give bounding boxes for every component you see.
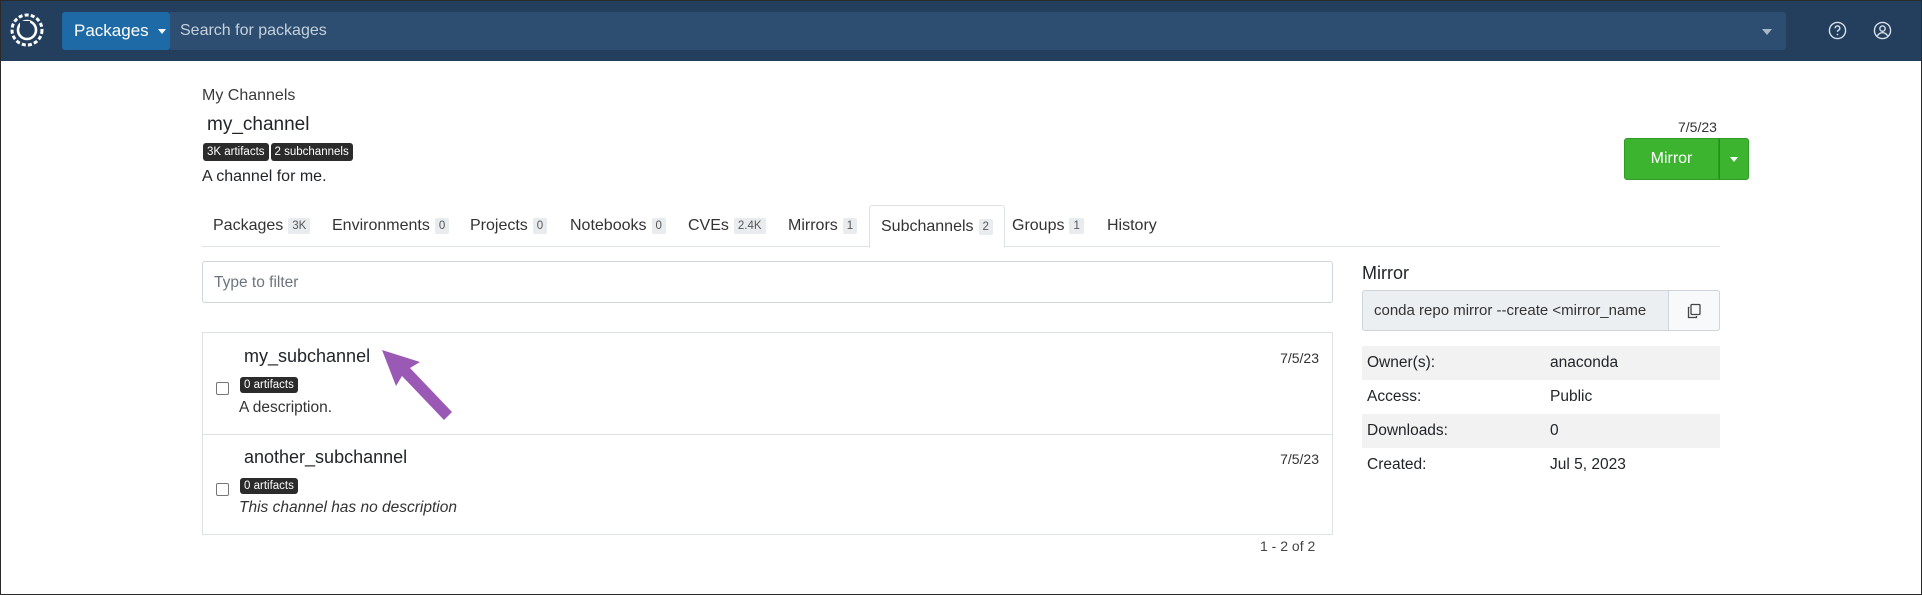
user-icon[interactable] (1873, 21, 1892, 40)
tab-groups[interactable]: Groups 1 (1001, 205, 1095, 247)
search-dropdown-icon[interactable] (1762, 29, 1772, 35)
tab-count: 1 (842, 218, 858, 234)
mirror-command-field[interactable]: conda repo mirror --create <mirror_name (1362, 290, 1720, 331)
filter-placeholder: Type to filter (214, 274, 299, 291)
tab-label: Notebooks (570, 217, 647, 234)
tab-subchannels[interactable]: Subchannels 2 (869, 205, 1005, 248)
mirror-dropdown-toggle[interactable] (1719, 138, 1749, 180)
annotation-arrow-icon (382, 350, 452, 420)
select-checkbox[interactable] (216, 483, 229, 496)
tab-environments[interactable]: Environments 0 (321, 205, 460, 247)
tab-label: Projects (470, 217, 528, 234)
subchannels-badge: 2 subchannels (270, 143, 353, 161)
copy-command-button[interactable] (1668, 290, 1720, 331)
metadata-key: Created: (1367, 456, 1427, 473)
metadata-value: Public (1550, 388, 1593, 405)
list-item[interactable]: another_subchannel 0 artifacts This chan… (203, 434, 1332, 535)
tab-label: CVEs (688, 217, 729, 234)
tab-label: Environments (332, 217, 430, 234)
help-icon[interactable] (1828, 21, 1847, 40)
metadata-row-owners: Owner(s): anaconda (1362, 346, 1720, 380)
metadata-row-downloads: Downloads: 0 (1362, 414, 1720, 448)
tab-count: 0 (434, 218, 450, 234)
subchannel-name[interactable]: my_subchannel (244, 346, 370, 367)
artifacts-badge: 0 artifacts (240, 478, 298, 494)
channel-tabs: Packages 3K Environments 0 Projects 0 Noteb… (202, 205, 1720, 248)
tab-projects[interactable]: Projects 0 (459, 205, 558, 247)
tab-count: 0 (532, 218, 548, 234)
metadata-key: Owner(s): (1367, 354, 1436, 371)
caret-down-icon (157, 28, 166, 34)
subchannel-date: 7/5/23 (1280, 350, 1319, 366)
tab-count: 2 (978, 218, 993, 235)
subchannel-description: This channel has no description (239, 499, 457, 516)
search-placeholder: Search for packages (180, 22, 327, 39)
subchannel-list: my_subchannel 0 artifacts A description.… (202, 332, 1333, 535)
artifacts-badge: 0 artifacts (240, 377, 298, 393)
tab-label: Packages (213, 217, 284, 234)
tab-label: Groups (1012, 217, 1065, 234)
channel-date: 7/5/23 (1678, 119, 1717, 135)
tab-count: 0 (651, 218, 666, 234)
pagination-summary: 1 - 2 of 2 (1260, 538, 1316, 554)
tab-count: 2.4K (733, 218, 766, 234)
metadata-value: Jul 5, 2023 (1550, 456, 1626, 473)
anaconda-logo-icon[interactable] (9, 12, 45, 48)
packages-dropdown-label: Packages (74, 21, 149, 40)
metadata-row-access: Access: Public (1362, 380, 1720, 414)
metadata-row-created: Created: Jul 5, 2023 (1362, 448, 1720, 482)
mirror-button[interactable]: Mirror (1624, 138, 1719, 180)
metadata-key: Downloads: (1367, 422, 1448, 439)
subchannel-name[interactable]: another_subchannel (244, 447, 407, 468)
page-title: my_channel (207, 114, 310, 135)
tab-cves[interactable]: CVEs 2.4K (677, 205, 777, 247)
channel-metadata-table: Owner(s): anaconda Access: Public Download… (1362, 346, 1720, 482)
tab-label: Subchannels (881, 217, 974, 235)
channel-badges: 3K artifacts 2 subchannels (203, 143, 353, 161)
subchannel-date: 7/5/23 (1280, 451, 1319, 467)
list-item[interactable]: my_subchannel 0 artifacts A description.… (203, 333, 1332, 434)
metadata-value: 0 (1550, 422, 1559, 439)
top-navbar: Packages Search for packages (0, 0, 1922, 61)
tab-mirrors[interactable]: Mirrors 1 (777, 205, 868, 247)
tab-history[interactable]: History (1096, 205, 1168, 247)
packages-dropdown-button[interactable]: Packages (62, 12, 170, 50)
tab-count: 1 (1069, 218, 1084, 234)
select-checkbox[interactable] (216, 382, 229, 395)
subchannel-description: A description. (239, 399, 333, 416)
artifacts-badge: 3K artifacts (203, 143, 269, 161)
filter-input[interactable]: Type to filter (202, 261, 1333, 303)
metadata-value: anaconda (1550, 354, 1619, 371)
tab-notebooks[interactable]: Notebooks 0 (559, 205, 677, 247)
breadcrumb[interactable]: My Channels (202, 87, 295, 105)
tab-label: Mirrors (788, 217, 838, 234)
tab-packages[interactable]: Packages 3K (202, 205, 321, 247)
package-search-input[interactable]: Search for packages (170, 12, 1786, 50)
tab-label: History (1107, 217, 1157, 234)
tab-count: 3K (288, 218, 311, 234)
metadata-key: Access: (1367, 388, 1422, 405)
caret-down-icon (1730, 156, 1738, 162)
copy-icon (1687, 303, 1701, 318)
mirror-command-text: conda repo mirror --create <mirror_name (1374, 302, 1647, 319)
mirror-panel-title: Mirror (1362, 263, 1409, 283)
channel-description: A channel for me. (202, 168, 327, 185)
